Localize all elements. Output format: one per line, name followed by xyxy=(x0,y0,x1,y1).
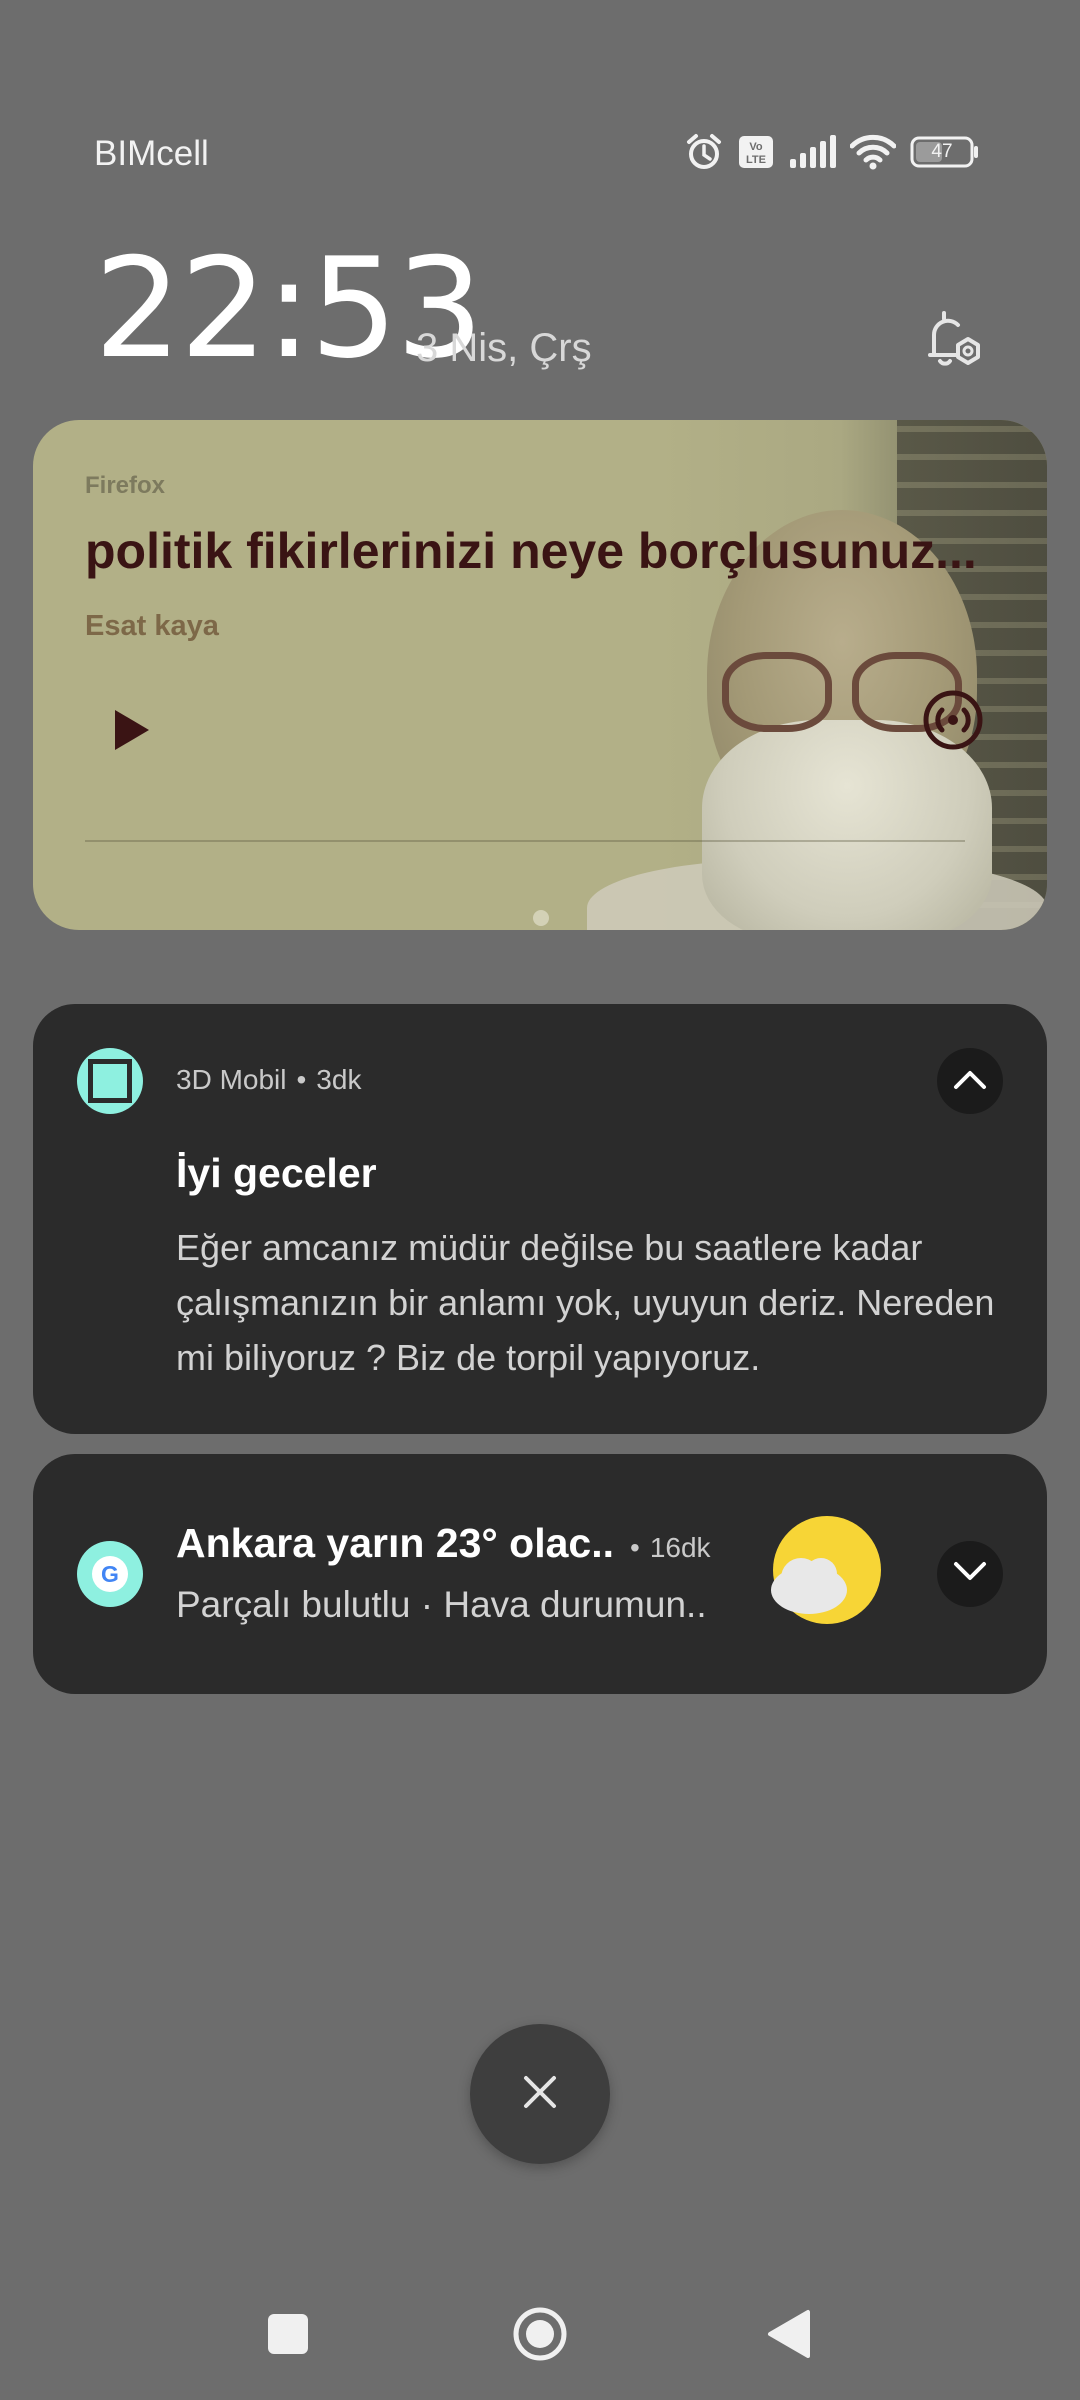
svg-text:LTE: LTE xyxy=(746,154,766,166)
back-button[interactable] xyxy=(766,2308,814,2365)
notification-time: 3dk xyxy=(316,1064,362,1095)
media-app-name: Firefox xyxy=(85,472,166,499)
recents-button[interactable] xyxy=(268,2314,308,2354)
battery-icon: 47 xyxy=(910,136,980,168)
notification-time-wrap: • 16dk xyxy=(630,1532,711,1563)
chevron-up-icon xyxy=(952,1067,988,1096)
volte-icon: Vo LTE xyxy=(738,134,774,170)
notification-title: Ankara yarın 23° olac.. xyxy=(176,1520,615,1566)
play-button[interactable] xyxy=(101,702,161,762)
notification-body: Eğer amcanız müdür değilse bu saatlere k… xyxy=(176,1227,995,1378)
media-title: politik fikirlerinizi neye borçlusunuz..… xyxy=(85,523,977,579)
notification-body: Parçalı bulutlu · Hava durumun.. xyxy=(176,1584,707,1625)
status-icons: Vo LTE 47 xyxy=(684,132,980,172)
notification-title: İyi geceler xyxy=(176,1150,377,1196)
expand-button[interactable] xyxy=(937,1541,1003,1607)
media-player-card[interactable]: Firefox politik fikirlerinizi neye borçl… xyxy=(33,420,1047,930)
lockscreen-date: 3 Nis, Çrş xyxy=(416,326,592,370)
notification-card[interactable]: 3D Mobil • 3dk İyi geceler Eğer amcanız mü… xyxy=(33,1004,1047,1434)
svg-text:Vo: Vo xyxy=(749,141,763,153)
chevron-down-icon xyxy=(952,1560,988,1589)
home-button[interactable] xyxy=(512,2306,568,2367)
partly-cloudy-icon xyxy=(763,1514,883,1639)
cast-output-button[interactable] xyxy=(921,688,985,757)
notification-card[interactable]: G Ankara yarın 23° olac.. • 16dk Parçalı … xyxy=(33,1454,1047,1694)
google-icon: G xyxy=(77,1541,143,1607)
notification-app-name: 3D Mobil xyxy=(176,1064,287,1095)
app-icon xyxy=(77,1048,143,1114)
alarm-icon xyxy=(684,132,724,172)
battery-level: 47 xyxy=(931,141,953,162)
wifi-icon xyxy=(850,134,896,170)
close-icon xyxy=(520,2072,560,2117)
media-artwork xyxy=(527,420,1047,930)
page-indicator xyxy=(533,910,549,926)
play-icon xyxy=(111,708,151,757)
carrier-name: BIMcell xyxy=(94,134,209,173)
media-progress-bar[interactable] xyxy=(85,840,965,842)
navigation-bar xyxy=(0,2290,1080,2380)
notification-meta: 3D Mobil • 3dk xyxy=(176,1064,362,1095)
signal-icon xyxy=(788,135,836,169)
notification-settings-icon[interactable] xyxy=(916,305,988,382)
notification-header: Ankara yarın 23° olac.. • 16dk xyxy=(176,1520,711,1567)
collapse-button[interactable] xyxy=(937,1048,1003,1114)
svg-text:G: G xyxy=(101,1561,119,1587)
notification-time: 16dk xyxy=(649,1532,711,1563)
clear-all-button[interactable] xyxy=(470,2024,610,2164)
square-icon xyxy=(88,1059,132,1103)
media-artist: Esat kaya xyxy=(85,610,219,642)
lock-screen: BIMcell Vo LTE 47 22:53 3 Nis, Çrş Firef… xyxy=(0,0,1080,2400)
